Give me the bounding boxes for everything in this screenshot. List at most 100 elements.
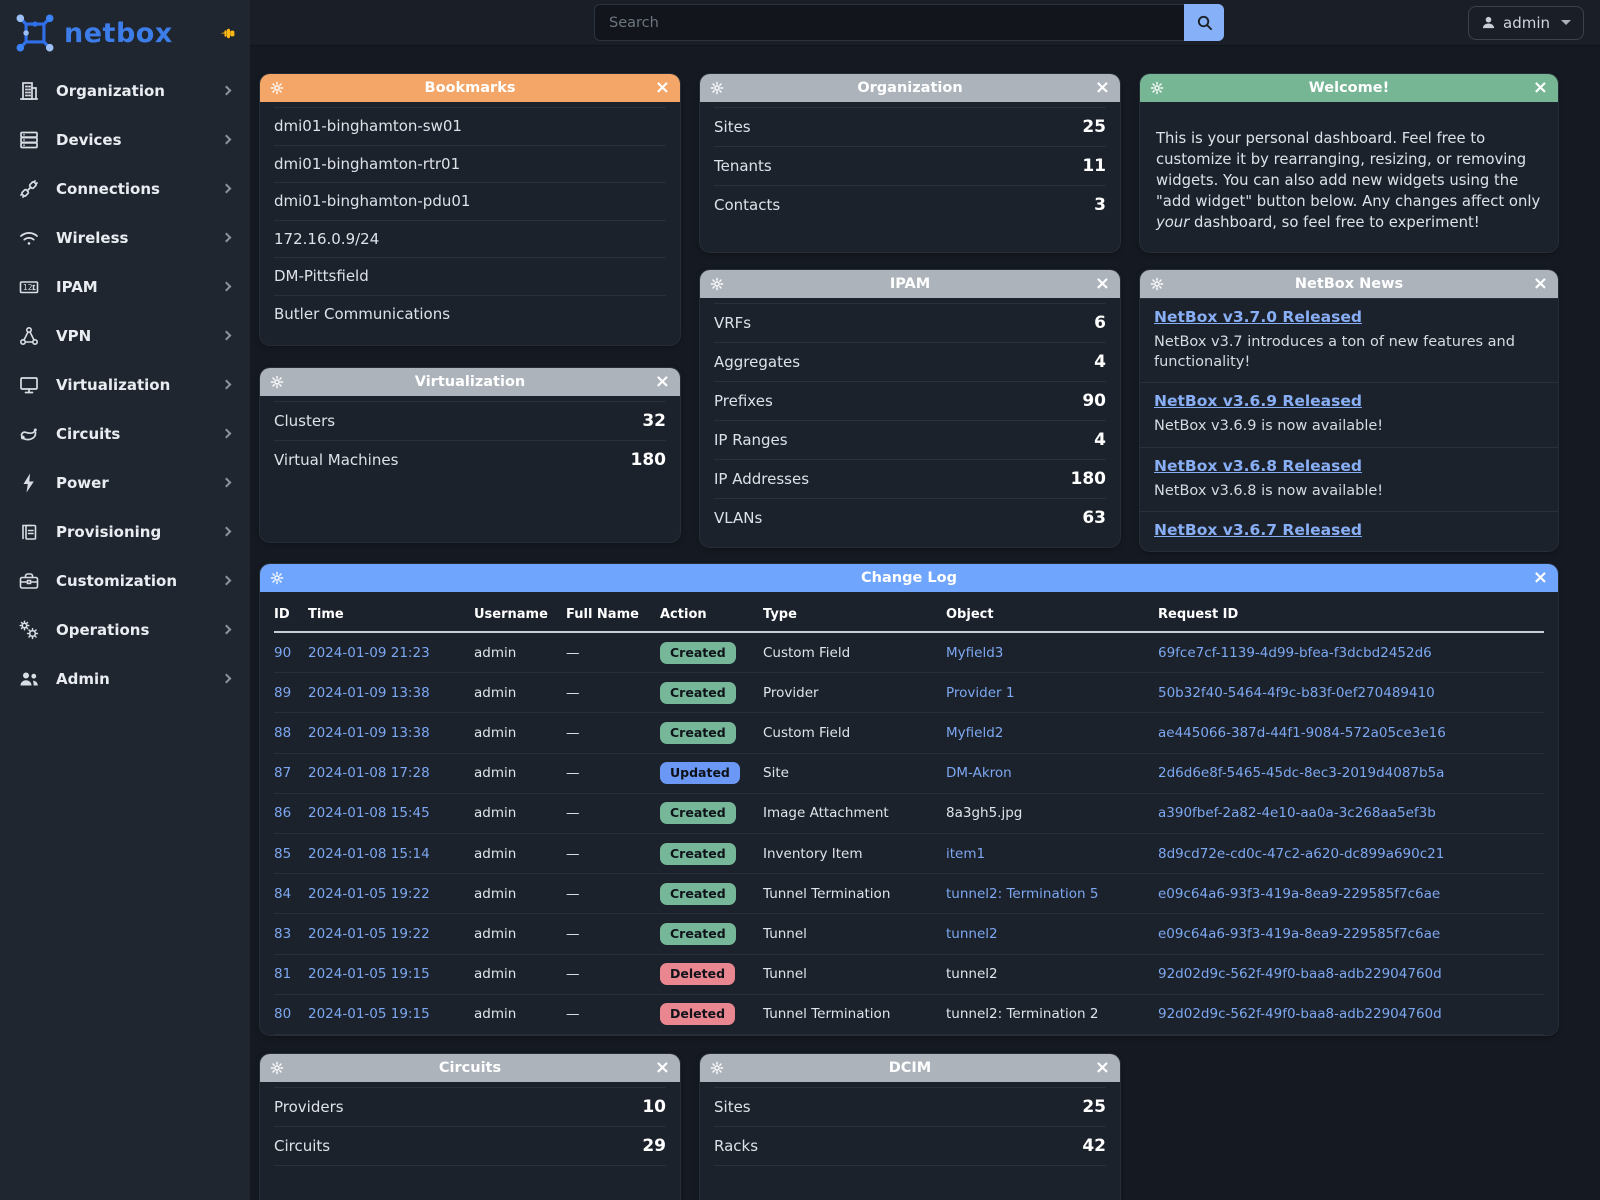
- sidebar-item-organization[interactable]: Organization: [0, 66, 250, 115]
- change-id-link[interactable]: 84: [274, 886, 291, 902]
- search-input[interactable]: [594, 4, 1184, 41]
- stat-label[interactable]: Contacts: [714, 196, 780, 214]
- change-object[interactable]: item1: [946, 846, 985, 862]
- change-id-link[interactable]: 85: [274, 846, 291, 862]
- column-header[interactable]: Request ID: [1158, 597, 1544, 632]
- close-icon[interactable]: ×: [655, 79, 670, 97]
- sidebar-item-connections[interactable]: Connections: [0, 164, 250, 213]
- change-time-link[interactable]: 2024-01-05 19:15: [308, 1006, 430, 1022]
- column-header[interactable]: Username: [474, 597, 566, 632]
- gear-icon[interactable]: [1150, 81, 1164, 95]
- sidebar-item-circuits[interactable]: Circuits: [0, 409, 250, 458]
- news-link[interactable]: NetBox v3.6.8 Released: [1154, 457, 1362, 475]
- sidebar-item-ipam[interactable]: 12 IPAM: [0, 262, 250, 311]
- change-id-link[interactable]: 81: [274, 966, 291, 982]
- change-time-link[interactable]: 2024-01-08 15:45: [308, 805, 430, 821]
- change-id-link[interactable]: 87: [274, 765, 291, 781]
- stat-label[interactable]: Virtual Machines: [274, 451, 398, 469]
- change-object[interactable]: 8a3gh5.jpg: [946, 805, 1022, 821]
- bookmark-item[interactable]: 172.16.0.9/24: [274, 220, 666, 258]
- stat-label[interactable]: Providers: [274, 1098, 344, 1116]
- change-object[interactable]: Myfield2: [946, 725, 1003, 741]
- sidebar-item-devices[interactable]: Devices: [0, 115, 250, 164]
- brand-wordmark[interactable]: netbox: [64, 18, 173, 49]
- change-object[interactable]: tunnel2: [946, 966, 998, 982]
- request-id-link[interactable]: 8d9cd72e-cd0c-47c2-a620-dc899a690c21: [1158, 846, 1444, 862]
- change-object[interactable]: tunnel2: Termination 2: [946, 1006, 1099, 1022]
- search-button[interactable]: [1184, 4, 1224, 41]
- close-icon[interactable]: ×: [1095, 1059, 1110, 1077]
- request-id-link[interactable]: a390fbef-2a82-4e10-aa0a-3c268aa5ef3b: [1158, 805, 1436, 821]
- request-id-link[interactable]: 50b32f40-5464-4f9c-b83f-0ef270489410: [1158, 685, 1435, 701]
- change-object[interactable]: tunnel2: Termination 5: [946, 886, 1099, 902]
- sidebar-item-vpn[interactable]: VPN: [0, 311, 250, 360]
- column-header[interactable]: Action: [660, 597, 763, 632]
- bookmark-item[interactable]: DM-Pittsfield: [274, 257, 666, 295]
- stat-label[interactable]: IP Addresses: [714, 470, 809, 488]
- change-time-link[interactable]: 2024-01-09 13:38: [308, 685, 430, 701]
- request-id-link[interactable]: ae445066-387d-44f1-9084-572a05ce3e16: [1158, 725, 1446, 741]
- stat-label[interactable]: Sites: [714, 118, 751, 136]
- change-time-link[interactable]: 2024-01-09 13:38: [308, 725, 430, 741]
- change-object[interactable]: Myfield3: [946, 645, 1003, 661]
- news-link[interactable]: NetBox v3.6.7 Released: [1154, 521, 1362, 539]
- stat-label[interactable]: VLANs: [714, 509, 762, 527]
- sidebar-item-operations[interactable]: Operations: [0, 605, 250, 654]
- stat-label[interactable]: Clusters: [274, 412, 335, 430]
- change-id-link[interactable]: 88: [274, 725, 291, 741]
- change-time-link[interactable]: 2024-01-09 21:23: [308, 645, 430, 661]
- change-time-link[interactable]: 2024-01-08 17:28: [308, 765, 430, 781]
- request-id-link[interactable]: 69fce7cf-1139-4d99-bfea-f3dcbd2452d6: [1158, 645, 1432, 661]
- news-link[interactable]: NetBox v3.6.9 Released: [1154, 392, 1362, 410]
- bookmark-item[interactable]: dmi01-binghamton-rtr01: [274, 145, 666, 183]
- request-id-link[interactable]: e09c64a6-93f3-419a-8ea9-229585f7c6ae: [1158, 886, 1440, 902]
- stat-label[interactable]: Aggregates: [714, 353, 800, 371]
- gear-icon[interactable]: [270, 571, 284, 585]
- stat-label[interactable]: Prefixes: [714, 392, 773, 410]
- news-link[interactable]: NetBox v3.7.0 Released: [1154, 308, 1362, 326]
- sidebar-item-wireless[interactable]: Wireless: [0, 213, 250, 262]
- sidebar-item-customization[interactable]: Customization: [0, 556, 250, 605]
- change-id-link[interactable]: 89: [274, 685, 291, 701]
- sidebar-item-virtualization[interactable]: Virtualization: [0, 360, 250, 409]
- stat-label[interactable]: IP Ranges: [714, 431, 788, 449]
- stat-label[interactable]: Circuits: [274, 1137, 330, 1155]
- user-menu-button[interactable]: admin: [1468, 6, 1584, 40]
- request-id-link[interactable]: 92d02d9c-562f-49f0-baa8-adb22904760d: [1158, 1006, 1442, 1022]
- close-icon[interactable]: ×: [1533, 569, 1548, 587]
- change-time-link[interactable]: 2024-01-05 19:22: [308, 886, 430, 902]
- change-id-link[interactable]: 83: [274, 926, 291, 942]
- stat-label[interactable]: Racks: [714, 1137, 758, 1155]
- stat-label[interactable]: Sites: [714, 1098, 751, 1116]
- change-time-link[interactable]: 2024-01-08 15:14: [308, 846, 430, 862]
- close-icon[interactable]: ×: [1533, 275, 1548, 293]
- change-id-link[interactable]: 90: [274, 645, 291, 661]
- change-id-link[interactable]: 80: [274, 1006, 291, 1022]
- column-header[interactable]: Type: [763, 597, 946, 632]
- netbox-logo-icon[interactable]: [14, 12, 56, 54]
- bookmark-item[interactable]: dmi01-binghamton-pdu01: [274, 182, 666, 220]
- sidebar-item-admin[interactable]: Admin: [0, 654, 250, 703]
- close-icon[interactable]: ×: [655, 1059, 670, 1077]
- gear-icon[interactable]: [270, 1061, 284, 1075]
- column-header[interactable]: Full Name: [566, 597, 660, 632]
- gear-icon[interactable]: [710, 1061, 724, 1075]
- column-header[interactable]: ID: [274, 597, 308, 632]
- request-id-link[interactable]: 92d02d9c-562f-49f0-baa8-adb22904760d: [1158, 966, 1442, 982]
- stat-label[interactable]: Tenants: [714, 157, 772, 175]
- close-icon[interactable]: ×: [1095, 275, 1110, 293]
- change-object[interactable]: Provider 1: [946, 685, 1014, 701]
- column-header[interactable]: Time: [308, 597, 474, 632]
- bookmark-item[interactable]: Butler Communications: [274, 295, 666, 333]
- gear-icon[interactable]: [710, 81, 724, 95]
- change-object[interactable]: DM-Akron: [946, 765, 1012, 781]
- gear-icon[interactable]: [270, 81, 284, 95]
- close-icon[interactable]: ×: [1533, 79, 1548, 97]
- gear-icon[interactable]: [270, 375, 284, 389]
- bookmark-item[interactable]: dmi01-binghamton-sw01: [274, 107, 666, 145]
- sidebar-pin-icon[interactable]: [219, 25, 236, 42]
- request-id-link[interactable]: 2d6d6e8f-5465-45dc-8ec3-2019d4087b5a: [1158, 765, 1444, 781]
- change-object[interactable]: tunnel2: [946, 926, 998, 942]
- sidebar-item-power[interactable]: Power: [0, 458, 250, 507]
- close-icon[interactable]: ×: [655, 373, 670, 391]
